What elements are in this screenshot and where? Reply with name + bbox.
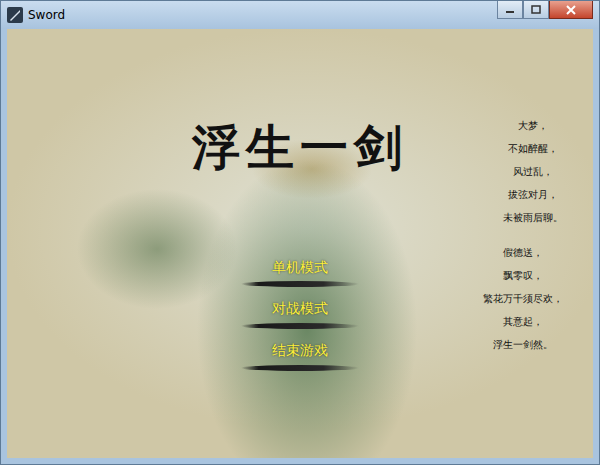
poem-line: 假德送， [503,246,543,259]
poem-line: 繁花万千须尽欢， [483,292,563,305]
poem-stanza: 假德送， 飘零叹， 繁花万千须尽欢， 其意起， 浮生一剑然。 [483,246,563,351]
menu-button[interactable]: 对战模式 [241,299,359,329]
main-menu: 单机模式对战模式结束游戏 [241,258,359,371]
menu-button[interactable]: 单机模式 [241,258,359,288]
window-title: Sword [28,8,65,22]
poem-line: 其意起， [503,315,543,328]
menu-button[interactable]: 结束游戏 [241,341,359,371]
poem-line: 风过乱， [513,165,553,178]
brush-stroke [241,365,359,371]
close-button[interactable] [549,1,593,19]
poem-line: 拔弦对月， [508,188,558,201]
maximize-icon [530,5,542,15]
game-window: Sword 浮生一剑单机模式对战模式结束游戏 大梦， 不如醉醒， 风过乱， 拔弦对月， 未被… [0,0,600,465]
maximize-button[interactable] [523,1,549,19]
poem: 大梦， 不如醉醒， 风过乱， 拔弦对月， 未被雨后聊。假德送， 飘零叹， 繁花万千须尽欢， 其… [430,29,593,458]
poem-line: 未被雨后聊。 [503,211,563,224]
poem-line: 大梦， [518,119,548,132]
poem-line: 飘零叹， [503,269,543,282]
poem-stanza: 大梦， 不如醉醒， 风过乱， 拔弦对月， 未被雨后聊。 [503,119,563,224]
poem-line: 浮生一剑然。 [493,338,553,351]
minimize-icon [504,5,516,15]
sword-icon [7,7,23,23]
brush-stroke [241,323,359,329]
close-icon [565,5,577,15]
minimize-button[interactable] [497,1,523,19]
game-scene: 浮生一剑单机模式对战模式结束游戏大梦，不如醉醒，风过乱，拔弦对月，未被雨后聊。假… [7,29,593,458]
poem-line: 不如醉醒， [508,142,558,155]
game-title: 浮生一剑 [192,121,408,174]
brush-stroke [241,281,359,287]
title-bar: Sword [1,1,599,29]
